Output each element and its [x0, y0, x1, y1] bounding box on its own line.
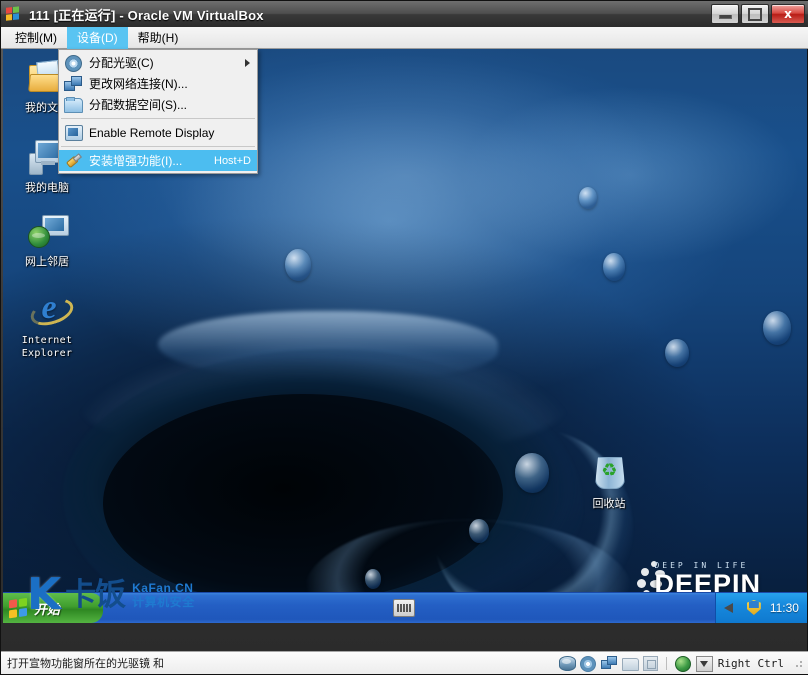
taskbar: 开始 11:30 [3, 592, 807, 623]
desktop-icon-network-places[interactable]: 网上邻居 [9, 211, 85, 269]
window-title: 111 [正在运行] - Oracle VM VirtualBox [29, 7, 264, 23]
volume-icon[interactable] [723, 600, 740, 616]
menu-item-shortcut: Host+D [214, 154, 251, 167]
menu-separator [61, 118, 255, 119]
status-hint: 打开宣物功能窗所在的光驱镜 和 [7, 658, 165, 670]
menu-item-label: Enable Remote Display [89, 125, 215, 140]
menu-item-label: 更改网络连接(N)... [89, 77, 188, 91]
remote-display-icon [63, 124, 83, 141]
tray-clock[interactable]: 11:30 [770, 601, 799, 615]
system-tray: 11:30 [714, 593, 807, 623]
water-droplet [365, 569, 381, 589]
menu-control[interactable]: 控制(M) [5, 27, 67, 49]
menu-separator [61, 146, 255, 147]
minimize-icon [718, 15, 732, 19]
menu-item-mount-cd[interactable]: 分配光驱(C) [59, 52, 257, 73]
menu-item-shared-folders[interactable]: 分配数据空间(S)... [59, 94, 257, 115]
maximize-icon [748, 7, 762, 21]
recycle-bin-icon: ♻ [587, 453, 631, 495]
close-icon: x [784, 7, 792, 21]
menu-help[interactable]: 帮助(H) [128, 27, 189, 49]
water-droplet [285, 249, 311, 281]
water-droplet [579, 187, 597, 209]
remote-desktop-icon[interactable] [674, 656, 691, 672]
start-flag-icon [9, 597, 29, 619]
water-droplet [665, 339, 689, 367]
water-droplet [763, 311, 791, 345]
resize-grip[interactable] [793, 658, 803, 668]
network-icon[interactable] [600, 656, 617, 670]
menu-item-label: 分配光驱(C) [89, 56, 154, 70]
menu-devices[interactable]: 设备(D) [67, 26, 128, 49]
usb-icon[interactable] [642, 656, 658, 671]
desktop-icon-label: Internet Explorer [21, 335, 73, 359]
windows-flag-icon [6, 6, 23, 22]
status-divider [665, 656, 667, 670]
network-places-icon [25, 211, 69, 253]
hard-disk-icon[interactable] [558, 656, 576, 671]
menu-bar: 控制(M) 设备(D) 帮助(H) [1, 26, 808, 49]
desktop-icon-label: 回收站 [592, 498, 626, 510]
start-button[interactable]: 开始 [3, 593, 103, 623]
window-controls: x [711, 4, 805, 24]
virtualbox-window: 111 [正在运行] - Oracle VM VirtualBox x 控制(M… [0, 0, 808, 675]
menu-item-install-guest-additions[interactable]: 安装增强功能(I)... Host+D [59, 150, 257, 171]
start-button-label: 开始 [34, 601, 61, 617]
title-bar[interactable]: 111 [正在运行] - Oracle VM VirtualBox x [1, 1, 808, 28]
minimize-button[interactable] [711, 4, 739, 24]
menu-item-enable-remote-display[interactable]: Enable Remote Display [59, 122, 257, 143]
desktop-icon-recycle-bin[interactable]: ♻ 回收站 [571, 453, 647, 511]
host-key-label: Right Ctrl [717, 656, 784, 670]
menu-item-network-settings[interactable]: 更改网络连接(N)... [59, 73, 257, 94]
water-droplet [469, 519, 489, 543]
security-shield-icon[interactable] [746, 600, 763, 616]
status-device-icons: Right Ctrl [558, 656, 808, 672]
cd-drive-icon [63, 54, 83, 72]
devices-dropdown-menu: 分配光驱(C) 更改网络连接(N)... 分配数据空间(S)... Enable… [58, 49, 258, 174]
water-droplet [603, 253, 625, 281]
menu-item-label: 分配数据空间(S)... [89, 98, 187, 112]
submenu-arrow-icon [245, 58, 250, 67]
keyboard-icon[interactable] [392, 599, 415, 617]
network-icon [63, 75, 83, 92]
status-bar: 打开宣物功能窗所在的光驱镜 和 Right Ctrl [1, 651, 808, 674]
cd-drive-icon[interactable] [579, 656, 596, 672]
shared-folder-icon [63, 96, 83, 113]
menu-item-label: 安装增强功能(I)... [89, 154, 183, 168]
close-button[interactable]: x [771, 4, 805, 24]
virtualbox-window-root: 111 [正在运行] - Oracle VM VirtualBox x 控制(M… [0, 0, 808, 675]
shared-folder-icon[interactable] [621, 656, 639, 671]
desktop-icon-label: 我的电脑 [25, 182, 69, 194]
water-droplet [515, 453, 549, 493]
screwdriver-icon [63, 152, 83, 169]
host-key-icon[interactable] [695, 656, 713, 672]
maximize-button[interactable] [741, 4, 769, 24]
internet-explorer-icon: e [25, 289, 77, 331]
desktop-icon-label: 网上邻居 [25, 256, 69, 268]
desktop-icon-internet-explorer[interactable]: e Internet Explorer [9, 289, 85, 360]
